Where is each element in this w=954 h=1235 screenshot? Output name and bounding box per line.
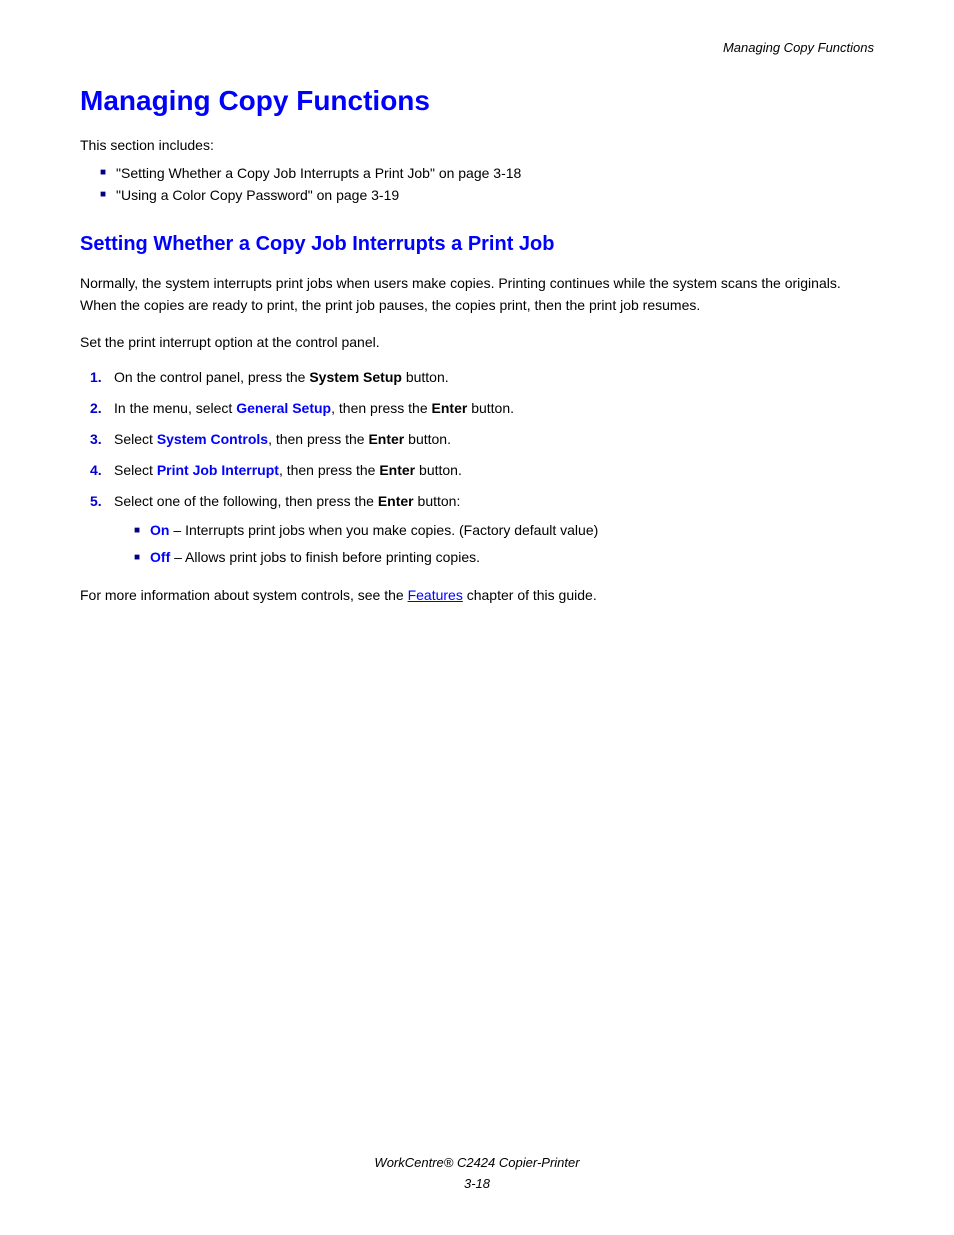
sub-item-on: On – Interrupts print jobs when you make…	[134, 520, 874, 541]
on-label: On	[150, 522, 169, 538]
toc-list: "Setting Whether a Copy Job Interrupts a…	[100, 165, 874, 203]
step-2: 2. In the menu, select General Setup, th…	[90, 398, 874, 419]
toc-item-2: "Using a Color Copy Password" on page 3-…	[100, 187, 874, 203]
toc-item-1: "Setting Whether a Copy Job Interrupts a…	[100, 165, 874, 181]
step-4: 4. Select Print Job Interrupt, then pres…	[90, 460, 874, 481]
section1-title: Setting Whether a Copy Job Interrupts a …	[80, 233, 874, 256]
step-4-enter: Enter	[379, 462, 415, 478]
toc-item-2-text: "Using a Color Copy Password" on page 3-…	[116, 187, 399, 203]
footer-note-after: chapter of this guide.	[463, 587, 597, 603]
section1-para1: Normally, the system interrupts print jo…	[80, 272, 874, 317]
features-link[interactable]: Features	[408, 587, 463, 603]
step-1-num: 1.	[90, 367, 114, 388]
page-footer: WorkCentre® C2424 Copier-Printer 3-18	[0, 1153, 954, 1195]
sub-item-on-text: On – Interrupts print jobs when you make…	[150, 520, 598, 541]
step-2-blue-bold: General Setup	[236, 400, 331, 416]
footer-line2: 3-18	[0, 1174, 954, 1195]
step-5-enter: Enter	[378, 493, 414, 509]
header-right-text: Managing Copy Functions	[723, 40, 874, 55]
step-3-blue-bold: System Controls	[157, 431, 268, 447]
step-1: 1. On the control panel, press the Syste…	[90, 367, 874, 388]
step-1-content: On the control panel, press the System S…	[114, 367, 874, 388]
sub-item-off: Off – Allows print jobs to finish before…	[134, 547, 874, 568]
step-5: 5. Select one of the following, then pre…	[90, 491, 874, 574]
intro-text: This section includes:	[80, 137, 874, 153]
footer-note: For more information about system contro…	[80, 584, 874, 606]
step-3-enter: Enter	[368, 431, 404, 447]
footer-line1: WorkCentre® C2424 Copier-Printer	[0, 1153, 954, 1174]
step-4-blue-bold: Print Job Interrupt	[157, 462, 279, 478]
toc-item-1-text: "Setting Whether a Copy Job Interrupts a…	[116, 165, 521, 181]
step-4-num: 4.	[90, 460, 114, 481]
footer-note-before: For more information about system contro…	[80, 587, 408, 603]
sub-item-off-text: Off – Allows print jobs to finish before…	[150, 547, 480, 568]
header-right: Managing Copy Functions	[80, 40, 874, 55]
step-5-content: Select one of the following, then press …	[114, 491, 874, 574]
steps-list: 1. On the control panel, press the Syste…	[90, 367, 874, 574]
page-container: Managing Copy Functions Managing Copy Fu…	[0, 0, 954, 1235]
step-3-num: 3.	[90, 429, 114, 450]
off-label: Off	[150, 549, 170, 565]
step-3-content: Select System Controls, then press the E…	[114, 429, 874, 450]
page-title: Managing Copy Functions	[80, 85, 874, 117]
step-2-num: 2.	[90, 398, 114, 419]
step-3: 3. Select System Controls, then press th…	[90, 429, 874, 450]
step-5-num: 5.	[90, 491, 114, 512]
step-4-content: Select Print Job Interrupt, then press t…	[114, 460, 874, 481]
section1-para2: Set the print interrupt option at the co…	[80, 331, 874, 353]
step-2-enter: Enter	[432, 400, 468, 416]
step-2-content: In the menu, select General Setup, then …	[114, 398, 874, 419]
sub-bullet-list: On – Interrupts print jobs when you make…	[134, 520, 874, 568]
step-1-bold: System Setup	[309, 369, 402, 385]
